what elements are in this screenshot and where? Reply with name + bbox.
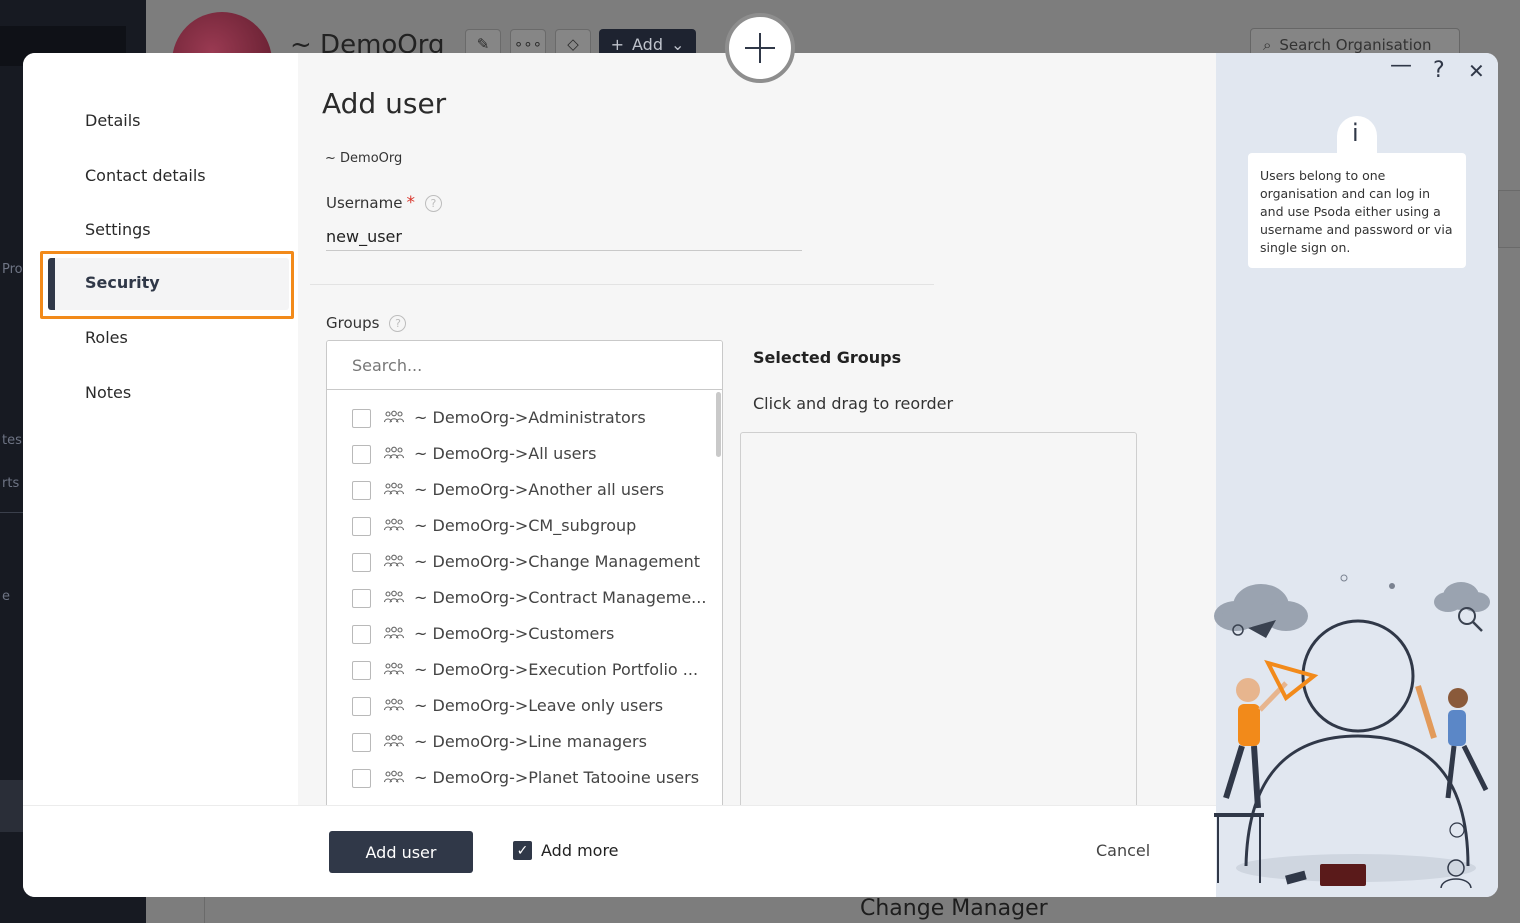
group-checkbox[interactable] [352, 661, 371, 680]
group-checkbox[interactable] [352, 481, 371, 500]
nav-item-contact-details[interactable]: Contact details [85, 166, 206, 192]
help-button[interactable]: ? [1433, 58, 1445, 83]
group-checkbox[interactable] [352, 409, 371, 428]
modal-footer: Add user ✓ Add more Cancel [23, 805, 1216, 897]
group-checkbox[interactable] [352, 697, 371, 716]
group-option[interactable]: ~ DemoOrg->Planet Tatooine users [327, 763, 707, 793]
group-option[interactable]: ~ DemoOrg->Leave only users [327, 691, 707, 721]
team-illustration [1214, 574, 1490, 889]
group-icon [384, 590, 404, 603]
username-label: Username * ? [326, 193, 442, 213]
selected-groups-hint: Click and drag to reorder [753, 394, 954, 413]
group-option[interactable]: ~ DemoOrg->Execution Portfolio ... [327, 655, 707, 685]
background-footer-text: Change Manager [860, 896, 1048, 921]
section-divider [310, 284, 934, 285]
group-option[interactable]: ~ DemoOrg->Contract Manageme... [327, 583, 707, 613]
plus-icon: + [610, 34, 624, 54]
cloud-icon [1214, 584, 1308, 631]
group-option[interactable]: ~ DemoOrg->Administrators [327, 403, 707, 433]
group-checkbox[interactable] [352, 625, 371, 644]
add-more-toggle[interactable]: ✓ Add more [513, 841, 619, 860]
group-icon [384, 518, 404, 531]
add-user-modal: Details Contact details Settings Securit… [23, 53, 1498, 897]
page-title: Add user [322, 87, 447, 120]
group-icon [384, 410, 404, 423]
group-option[interactable]: ~ DemoOrg->CM_subgroup [327, 511, 707, 541]
group-option-label: ~ DemoOrg->Execution Portfolio ... [414, 660, 699, 679]
group-checkbox[interactable] [352, 553, 371, 572]
group-option-label: ~ DemoOrg->Leave only users [414, 696, 664, 715]
nav-item-settings[interactable]: Settings [85, 220, 151, 246]
required-marker: * [406, 193, 415, 213]
cloud-icon [1434, 582, 1490, 612]
group-icon [384, 734, 404, 747]
username-input[interactable] [326, 223, 802, 251]
group-icon [384, 770, 404, 783]
info-text: Users belong to one organisation and can… [1260, 168, 1453, 255]
group-option-label: ~ DemoOrg->CM_subgroup [414, 516, 637, 535]
group-icon [384, 662, 404, 675]
group-option-label: ~ DemoOrg->Contract Manageme... [414, 588, 707, 607]
group-icon [384, 626, 404, 639]
nav-item-notes[interactable]: Notes [85, 383, 131, 409]
group-option[interactable]: ~ DemoOrg->Another all users [327, 475, 707, 505]
search-icon: ⌕ [1263, 36, 1272, 54]
modal-nav: Details Contact details Settings Securit… [23, 53, 298, 805]
chevron-down-icon: ⌄ [670, 34, 685, 54]
help-icon[interactable]: ? [389, 314, 407, 332]
group-icon [384, 698, 404, 711]
group-option-label: ~ DemoOrg->Administrators [414, 408, 646, 427]
nav-item-details[interactable]: Details [85, 111, 140, 137]
cancel-button[interactable]: Cancel [1096, 841, 1150, 860]
group-icon [384, 554, 404, 567]
org-label: ~ DemoOrg [325, 151, 403, 166]
active-indicator [48, 258, 55, 310]
groups-label: Groups ? [326, 314, 407, 332]
help-panel: — ? ✕ i Users belong to one organisation… [1214, 53, 1498, 897]
floating-add-button[interactable] [725, 13, 795, 83]
background-fragment: Pro [2, 262, 23, 277]
groups-scrollbar[interactable] [716, 392, 721, 457]
group-option-label: ~ DemoOrg->Change Management [414, 552, 700, 571]
group-option-label: ~ DemoOrg->Customers [414, 624, 615, 643]
selected-groups-dropzone[interactable] [740, 432, 1137, 812]
close-button[interactable]: ✕ [1468, 59, 1485, 83]
add-more-checkbox[interactable]: ✓ [513, 841, 532, 860]
group-option[interactable]: ~ DemoOrg->All users [327, 439, 707, 469]
background-panel [1498, 190, 1520, 248]
group-icon [384, 446, 404, 459]
add-more-label: Add more [541, 841, 619, 860]
nav-item-roles[interactable]: Roles [85, 328, 128, 354]
group-option-label: ~ DemoOrg->Line managers [414, 732, 647, 751]
group-checkbox[interactable] [352, 769, 371, 788]
group-checkbox[interactable] [352, 445, 371, 464]
group-icon [384, 482, 404, 495]
background-fragment: tes [2, 433, 22, 448]
group-option-label: ~ DemoOrg->All users [414, 444, 597, 463]
group-option[interactable]: ~ DemoOrg->Line managers [327, 727, 707, 757]
group-option-label: ~ DemoOrg->Another all users [414, 480, 665, 499]
group-checkbox[interactable] [352, 517, 371, 536]
groups-search-input[interactable] [327, 341, 722, 390]
form-content: Add user ~ DemoOrg Username* ? Groups ? … [298, 53, 1490, 812]
help-icon[interactable]: ? [424, 194, 442, 212]
minimize-button[interactable]: — [1390, 53, 1412, 78]
groups-picker: ~ DemoOrg->Administrators ~ DemoOrg->All… [326, 340, 723, 810]
nav-item-security[interactable]: Security [48, 258, 289, 310]
magnifier-icon [1458, 607, 1476, 625]
background-fragment: e [2, 589, 10, 604]
group-checkbox[interactable] [352, 589, 371, 608]
group-checkbox[interactable] [352, 733, 371, 752]
add-user-button[interactable]: Add user [329, 831, 473, 873]
info-icon: i [1352, 119, 1359, 147]
info-bubble: Users belong to one organisation and can… [1248, 153, 1466, 268]
nav-item-security-label: Security [85, 273, 160, 292]
group-option[interactable]: ~ DemoOrg->Change Management [327, 547, 707, 577]
selected-groups-title: Selected Groups [753, 348, 902, 367]
group-option[interactable]: ~ DemoOrg->Customers [327, 619, 707, 649]
group-option-label: ~ DemoOrg->Planet Tatooine users [414, 768, 700, 787]
